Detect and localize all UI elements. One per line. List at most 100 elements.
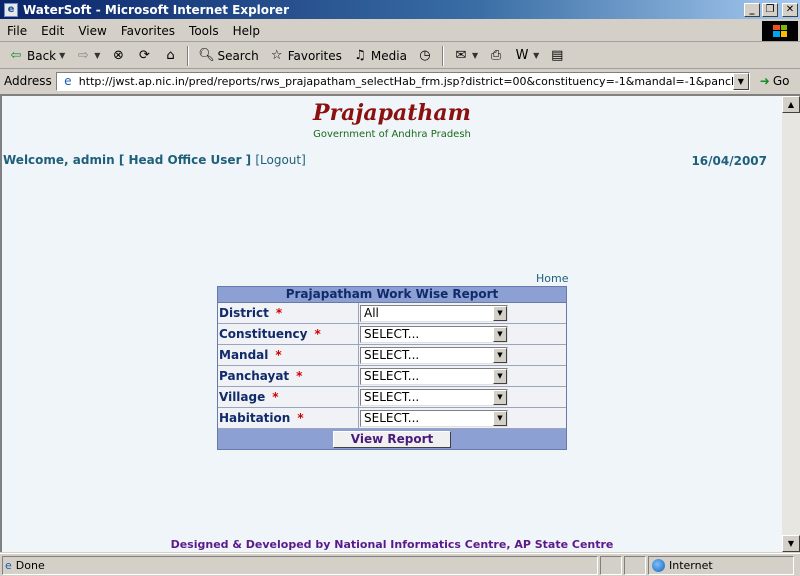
page-icon: e xyxy=(64,74,72,88)
minimize-button[interactable]: _ xyxy=(744,2,760,17)
dropdown-arrow-icon[interactable]: ▼ xyxy=(493,347,507,363)
required-marker: * xyxy=(275,306,283,320)
status-cell xyxy=(600,555,622,575)
status-bar: e Done Internet xyxy=(0,553,800,576)
stop-button[interactable]: ⊗ xyxy=(106,45,130,67)
discuss-button[interactable]: ▤ xyxy=(545,45,569,67)
favorites-button[interactable]: ☆ Favorites xyxy=(265,45,346,67)
menu-bar: File Edit View Favorites Tools Help xyxy=(0,20,800,42)
village-label: Village * xyxy=(218,387,359,407)
scroll-up-icon[interactable]: ▲ xyxy=(782,96,800,113)
media-label: Media xyxy=(370,48,407,63)
stop-icon: ⊗ xyxy=(113,48,124,63)
print-icon: ⎙ xyxy=(490,48,502,63)
toolbar-separator xyxy=(187,45,190,66)
status-text: Done xyxy=(15,558,45,572)
menu-help[interactable]: Help xyxy=(226,24,267,38)
form-row-panchayat: Panchayat * SELECT... ▼ xyxy=(218,366,566,387)
menu-view[interactable]: View xyxy=(71,24,113,38)
status-cell xyxy=(624,555,646,575)
search-icon: 🔍︎ xyxy=(198,48,215,63)
address-box[interactable]: e ▼ xyxy=(55,71,750,91)
go-button[interactable]: ➜ Go xyxy=(760,74,790,88)
report-title: Prajapatham Work Wise Report xyxy=(218,287,566,303)
home-button[interactable]: ⌂ xyxy=(158,45,182,67)
menu-file[interactable]: File xyxy=(0,24,34,38)
dropdown-arrow-icon[interactable]: ▼ xyxy=(493,368,507,384)
view-report-button[interactable]: View Report xyxy=(333,430,451,448)
forward-button[interactable]: ⇨ ▼ xyxy=(71,45,104,67)
go-label: Go xyxy=(772,74,790,88)
status-main: e Done xyxy=(2,555,598,575)
back-dropdown-icon[interactable]: ▼ xyxy=(59,51,65,60)
dropdown-arrow-icon[interactable]: ▼ xyxy=(493,305,507,321)
form-row-district: District * All ▼ xyxy=(218,303,566,324)
forward-dropdown-icon[interactable]: ▼ xyxy=(94,51,100,60)
toolbar-separator xyxy=(441,45,444,66)
village-select[interactable]: SELECT... ▼ xyxy=(360,388,508,406)
window-title: WaterSoft - Microsoft Internet Explorer xyxy=(23,2,289,17)
web-page: Prajapatham Government of Andhra Pradesh… xyxy=(2,96,782,552)
back-button[interactable]: ⇦ Back ▼ xyxy=(4,45,69,67)
dropdown-arrow-icon[interactable]: ▼ xyxy=(493,410,507,426)
menu-edit[interactable]: Edit xyxy=(34,24,71,38)
search-label: Search xyxy=(217,48,259,63)
page-done-icon: e xyxy=(5,558,12,572)
brand-title: Prajapatham xyxy=(313,100,471,126)
favorites-icon: ☆ xyxy=(270,48,283,63)
mandal-label: Mandal * xyxy=(218,345,359,365)
required-marker: * xyxy=(275,348,282,362)
dropdown-arrow-icon[interactable]: ▼ xyxy=(493,389,507,405)
habitation-select[interactable]: SELECT... ▼ xyxy=(360,409,508,427)
search-button[interactable]: 🔍︎ Search xyxy=(194,45,262,67)
required-marker: * xyxy=(272,390,279,404)
browser-viewport: Prajapatham Government of Andhra Pradesh… xyxy=(0,94,800,552)
edit-dropdown-icon[interactable]: ▼ xyxy=(533,51,539,60)
ie-app-icon[interactable]: e xyxy=(4,2,18,17)
menu-favorites[interactable]: Favorites xyxy=(114,24,182,38)
discuss-icon: ▤ xyxy=(551,48,564,63)
favorites-label: Favorites xyxy=(287,48,342,63)
panchayat-label: Panchayat * xyxy=(218,366,359,386)
constituency-select[interactable]: SELECT... ▼ xyxy=(360,325,508,343)
print-button[interactable]: ⎙ xyxy=(484,45,508,67)
window-titlebar: e WaterSoft - Microsoft Internet Explore… xyxy=(0,0,800,19)
mail-button[interactable]: ✉ ▼ xyxy=(449,45,482,67)
footer-credit: Designed & Developed by National Informa… xyxy=(170,538,614,551)
district-select[interactable]: All ▼ xyxy=(360,304,508,322)
edit-button[interactable]: W ▼ xyxy=(510,45,543,67)
welcome-text: Welcome, admin [ Head Office User ] xyxy=(3,153,252,167)
required-marker: * xyxy=(296,369,303,383)
mail-dropdown-icon[interactable]: ▼ xyxy=(472,51,478,60)
form-row-habitation: Habitation * SELECT... ▼ xyxy=(218,408,566,429)
mandal-select[interactable]: SELECT... ▼ xyxy=(360,346,508,364)
back-label: Back xyxy=(27,48,57,63)
media-button[interactable]: ♫ Media xyxy=(348,45,411,67)
zone-text: Internet xyxy=(669,558,713,572)
report-footer: View Report xyxy=(218,429,566,449)
refresh-button[interactable]: ⟳ xyxy=(132,45,156,67)
back-arrow-icon: ⇦ xyxy=(10,48,22,63)
history-button[interactable]: ◷ xyxy=(413,45,437,67)
address-input[interactable] xyxy=(78,74,733,88)
windows-logo-icon xyxy=(762,20,798,41)
logout-link[interactable]: [Logout] xyxy=(255,153,305,167)
form-row-mandal: Mandal * SELECT... ▼ xyxy=(218,345,566,366)
internet-globe-icon xyxy=(652,558,665,572)
home-link[interactable]: Home xyxy=(536,272,568,285)
scroll-down-icon[interactable]: ▼ xyxy=(782,535,800,552)
dropdown-arrow-icon[interactable]: ▼ xyxy=(493,326,507,342)
maximize-button[interactable]: ❐ xyxy=(762,2,778,17)
form-row-village: Village * SELECT... ▼ xyxy=(218,387,566,408)
panchayat-select[interactable]: SELECT... ▼ xyxy=(360,367,508,385)
vertical-scrollbar[interactable]: ▲ ▼ xyxy=(782,96,800,552)
refresh-icon: ⟳ xyxy=(139,48,150,63)
mail-icon: ✉ xyxy=(455,48,467,63)
district-label: District * xyxy=(218,303,359,323)
close-button[interactable]: ✕ xyxy=(782,2,798,17)
report-form: Prajapatham Work Wise Report District * A… xyxy=(217,286,567,450)
menu-tools[interactable]: Tools xyxy=(182,24,226,38)
required-marker: * xyxy=(297,411,304,425)
address-dropdown-icon[interactable]: ▼ xyxy=(732,72,749,90)
go-arrow-icon: ➜ xyxy=(759,74,770,88)
